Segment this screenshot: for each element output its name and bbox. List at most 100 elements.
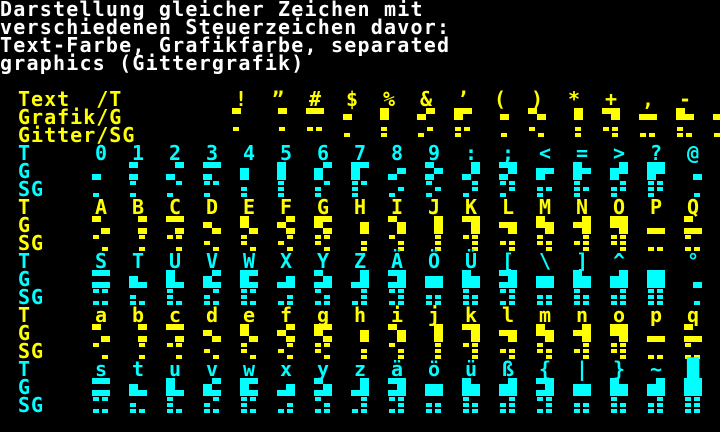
mosaic-glyph — [203, 378, 221, 396]
mosaic-cell — [93, 397, 99, 401]
mosaic-cell — [620, 181, 626, 185]
mosaic-cell — [167, 295, 173, 299]
mosaic-cell — [537, 409, 543, 413]
mosaic-cell — [167, 403, 173, 407]
mosaic-cell — [381, 127, 387, 131]
mosaic-glyph — [536, 270, 554, 288]
mosaic-cell — [648, 114, 657, 120]
mosaic-cell — [462, 216, 471, 222]
mosaic-cell — [324, 295, 330, 299]
mosaic-cell — [92, 324, 101, 330]
mosaic-glyph — [684, 270, 702, 288]
mosaic-cell — [648, 409, 654, 413]
mosaic-glyph — [610, 216, 628, 234]
mosaic-cell — [233, 127, 239, 131]
mosaic-cell — [324, 409, 330, 413]
mosaic-cell — [648, 403, 654, 407]
table-row: G — [0, 215, 720, 235]
mosaic-cell — [472, 241, 478, 245]
mosaic-cell — [619, 168, 628, 174]
mosaic-cell — [241, 241, 247, 245]
mosaic-cell — [611, 343, 617, 347]
mosaic-cell — [166, 216, 175, 222]
mosaic-cell — [307, 127, 313, 131]
mosaic-cell — [657, 289, 663, 293]
mosaic-cell — [138, 324, 147, 330]
mosaic-cell — [93, 289, 99, 293]
mosaic-cell — [175, 162, 184, 168]
mosaic-cell — [203, 222, 212, 228]
mosaic-cell — [694, 409, 700, 413]
mosaic-glyph — [351, 324, 369, 342]
mosaic-glyph — [536, 396, 554, 414]
char-cell: n — [575, 303, 589, 327]
char-cell: S — [94, 249, 108, 273]
mosaic-cell — [575, 133, 581, 137]
mosaic-cell — [620, 403, 626, 407]
mosaic-glyph — [388, 162, 406, 180]
mosaic-glyph — [425, 162, 443, 180]
mosaic-glyph — [647, 378, 665, 396]
mosaic-cell — [472, 295, 478, 299]
mosaic-glyph — [454, 108, 472, 126]
mosaic-cell — [315, 108, 324, 114]
char-cell: v — [205, 357, 219, 381]
char-cell: █ — [686, 357, 700, 381]
table-row: G — [0, 161, 720, 181]
mosaic-glyph — [647, 270, 665, 288]
char-cell: t — [131, 357, 145, 381]
mosaic-cell — [454, 114, 463, 120]
mosaic-cell — [418, 133, 424, 137]
mosaic-cell — [611, 114, 620, 120]
char-cell: ( — [493, 87, 507, 111]
mosaic-cell — [241, 397, 247, 401]
mosaic-cell — [167, 409, 173, 413]
char-cell: u — [168, 357, 182, 381]
mosaic-cell — [686, 133, 692, 137]
mosaic-cell — [278, 349, 284, 353]
mosaic-cell — [241, 235, 247, 239]
mosaic-glyph — [277, 216, 295, 234]
mosaic-cell — [435, 343, 441, 347]
mosaic-glyph — [610, 162, 628, 180]
char-cell: % — [382, 87, 396, 111]
mosaic-glyph — [573, 378, 591, 396]
mosaic-glyph — [462, 270, 480, 288]
mosaic-cell — [381, 133, 387, 137]
mosaic-cell — [435, 187, 441, 191]
mosaic-glyph — [203, 396, 221, 414]
mosaic-cell — [398, 409, 404, 413]
mosaic-glyph — [351, 396, 369, 414]
mosaic-cell — [508, 168, 517, 174]
char-cell: : — [464, 141, 478, 165]
mosaic-cell — [463, 108, 472, 114]
mosaic-cell — [212, 270, 221, 276]
mosaic-cell — [648, 289, 654, 293]
char-cell: . — [713, 89, 720, 109]
char-cell: @ — [686, 141, 700, 165]
mosaic-glyph — [462, 378, 480, 396]
mosaic-cell — [610, 330, 619, 336]
mosaic-cell — [361, 295, 367, 299]
mosaic-cell — [389, 343, 395, 347]
mosaic-cell — [277, 222, 286, 228]
mosaic-cell — [388, 378, 397, 384]
mosaic-cell — [213, 289, 219, 293]
mosaic-cell — [249, 270, 258, 276]
char-cell: Y — [316, 249, 330, 273]
char-cell: = — [575, 141, 589, 165]
mosaic-cell — [287, 295, 293, 299]
mosaic-cell — [92, 270, 101, 276]
mosaic-cell — [694, 397, 700, 401]
mosaic-cell — [176, 181, 182, 185]
char-cell: } — [612, 357, 626, 381]
mosaic-glyph — [499, 270, 517, 288]
char-cell: Ü — [464, 249, 478, 273]
char-cell: ? — [649, 141, 663, 165]
mosaic-cell — [463, 403, 469, 407]
char-cell: J — [427, 195, 441, 219]
mosaic-cell — [435, 409, 441, 413]
mosaic-cell — [648, 187, 654, 191]
mosaic-cell — [314, 330, 323, 336]
mosaic-cell — [546, 403, 552, 407]
